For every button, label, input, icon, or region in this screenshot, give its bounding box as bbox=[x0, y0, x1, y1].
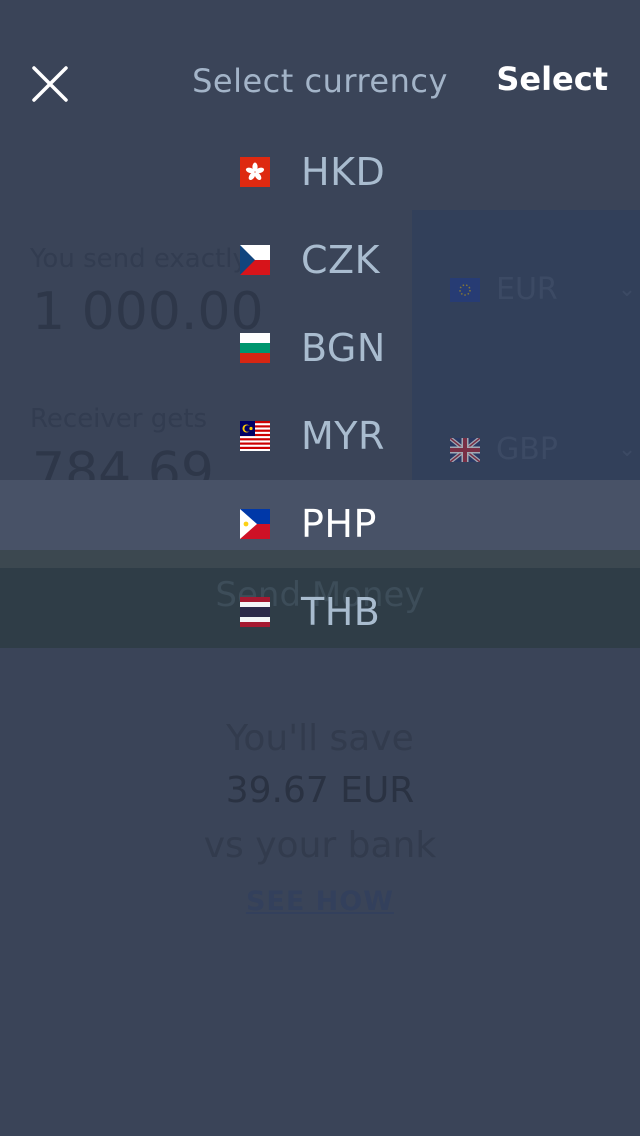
currency-option-czk[interactable]: CZK bbox=[240, 225, 540, 295]
savings-amount: 39.67 EUR bbox=[225, 770, 415, 811]
savings-text: You'll save bbox=[226, 718, 414, 759]
chevron-down-icon: ⌄ bbox=[617, 277, 637, 302]
receive-label: Receiver gets bbox=[30, 404, 207, 434]
thailand-flag-icon bbox=[240, 597, 270, 627]
currency-option-php[interactable]: PHP bbox=[240, 489, 540, 559]
currency-code: CZK bbox=[301, 238, 380, 282]
currency-option-hkd[interactable]: HKD bbox=[240, 137, 540, 207]
hong-kong-flag-icon bbox=[240, 157, 270, 187]
malaysia-flag-icon bbox=[240, 421, 270, 451]
select-button[interactable]: Select bbox=[496, 60, 608, 98]
currency-code: THB bbox=[301, 590, 381, 634]
currency-option-myr[interactable]: MYR bbox=[240, 401, 540, 471]
send-label: You send exactly bbox=[30, 244, 248, 274]
currency-code: HKD bbox=[301, 150, 386, 194]
bulgaria-flag-icon bbox=[240, 333, 270, 363]
send-amount: 1 000.00 bbox=[32, 282, 264, 342]
currency-option-bgn[interactable]: BGN bbox=[240, 313, 540, 383]
see-how-link: SEE HOW bbox=[245, 886, 395, 917]
currency-code: MYR bbox=[301, 414, 385, 458]
chevron-down-icon: ⌄ bbox=[617, 437, 637, 462]
czech-flag-icon bbox=[240, 245, 270, 275]
savings-comparison: vs your bank bbox=[203, 825, 437, 866]
currency-option-thb[interactable]: THB bbox=[240, 577, 540, 647]
currency-code: PHP bbox=[301, 502, 377, 546]
philippines-flag-icon bbox=[240, 509, 270, 539]
currency-code: BGN bbox=[301, 326, 386, 370]
